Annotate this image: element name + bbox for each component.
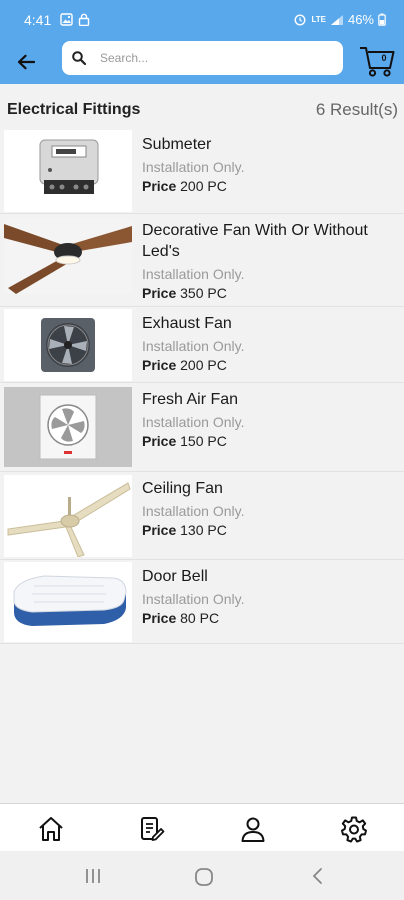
product-price: Price 80 PC — [142, 609, 398, 628]
product-name: Door Bell — [142, 568, 208, 585]
search-box[interactable] — [62, 41, 343, 75]
product-subtitle: Installation Only. — [142, 591, 245, 607]
product-item[interactable]: Fresh Air Fan Installation Only. Price 1… — [0, 383, 404, 472]
price-label: Price — [142, 285, 177, 301]
product-subtitle: Installation Only. — [142, 159, 245, 175]
cart-count-badge: 0 — [381, 53, 387, 63]
cart-icon — [360, 47, 395, 77]
product-price: Price 200 PC — [142, 356, 398, 375]
result-count: 6 Result(s) — [315, 100, 398, 119]
product-subtitle: Installation Only. — [142, 414, 245, 430]
battery-icon — [378, 13, 386, 26]
product-image-ceiling-fan — [4, 475, 132, 557]
product-name: Fresh Air Fan — [142, 391, 239, 408]
product-price: Price 150 PC — [142, 432, 398, 451]
product-name: Submeter — [142, 136, 212, 153]
product-item[interactable]: Submeter Installation Only. Price 200 PC — [0, 128, 404, 214]
price-value: 150 PC — [180, 433, 227, 449]
battery-percent: 46% — [347, 12, 374, 27]
price-label: Price — [142, 610, 177, 626]
search-icon — [72, 51, 87, 66]
back-nav-icon[interactable] — [311, 867, 325, 885]
product-subtitle: Installation Only. — [142, 503, 245, 519]
nav-orders[interactable] — [136, 814, 166, 844]
product-name: Decorative Fan With Or Without Led's — [142, 222, 368, 260]
profile-icon — [241, 817, 265, 842]
product-price: Price 130 PC — [142, 521, 398, 540]
product-name: Exhaust Fan — [142, 315, 232, 332]
nav-home[interactable] — [36, 814, 66, 844]
settings-icon — [341, 816, 367, 843]
product-item[interactable]: Decorative Fan With Or Without Led's Ins… — [0, 214, 404, 307]
product-image-door-bell — [4, 562, 132, 642]
section-title: Electrical Fittings — [7, 101, 141, 118]
signal-icon — [330, 14, 343, 25]
product-image-decorative-fan — [4, 218, 132, 294]
product-subtitle: Installation Only. — [142, 266, 245, 282]
app-bar: 0 — [0, 40, 404, 84]
nav-profile[interactable] — [238, 814, 268, 844]
product-image-fresh-air-fan — [4, 387, 132, 467]
back-arrow-icon — [17, 54, 35, 70]
price-value: 200 PC — [180, 357, 227, 373]
product-item[interactable]: Door Bell Installation Only. Price 80 PC — [0, 560, 404, 644]
section-header: Electrical Fittings 6 Result(s) — [0, 84, 404, 128]
status-bar: 4:41 LTE 46% — [0, 0, 404, 40]
price-label: Price — [142, 178, 177, 194]
price-value: 130 PC — [180, 522, 227, 538]
alarm-icon — [294, 14, 306, 26]
price-label: Price — [142, 433, 177, 449]
product-price: Price 350 PC — [142, 284, 398, 303]
nav-settings[interactable] — [339, 814, 369, 844]
search-input[interactable] — [100, 47, 335, 69]
status-time: 4:41 — [24, 12, 52, 28]
price-label: Price — [142, 522, 177, 538]
product-price: Price 200 PC — [142, 177, 398, 196]
back-button[interactable] — [13, 50, 39, 74]
price-value: 80 PC — [180, 610, 220, 626]
product-image-exhaust-fan — [4, 309, 132, 381]
lock-icon — [78, 13, 90, 26]
product-item[interactable]: Exhaust Fan Installation Only. Price 200… — [0, 307, 404, 383]
lte-icon: LTE — [311, 15, 326, 24]
price-label: Price — [142, 357, 177, 373]
product-subtitle: Installation Only. — [142, 338, 245, 354]
product-name: Ceiling Fan — [142, 480, 223, 497]
price-value: 350 PC — [180, 285, 227, 301]
system-navigation — [0, 851, 404, 900]
bottom-navigation — [0, 803, 404, 851]
cart-button[interactable]: 0 — [358, 44, 398, 80]
product-image-submeter — [4, 130, 132, 212]
home-icon — [39, 817, 63, 841]
home-button-icon[interactable] — [194, 867, 214, 887]
product-item[interactable]: Ceiling Fan Installation Only. Price 130… — [0, 472, 404, 560]
orders-icon — [141, 817, 165, 841]
image-icon — [60, 13, 73, 26]
recents-icon[interactable] — [84, 867, 102, 885]
price-value: 200 PC — [180, 178, 227, 194]
